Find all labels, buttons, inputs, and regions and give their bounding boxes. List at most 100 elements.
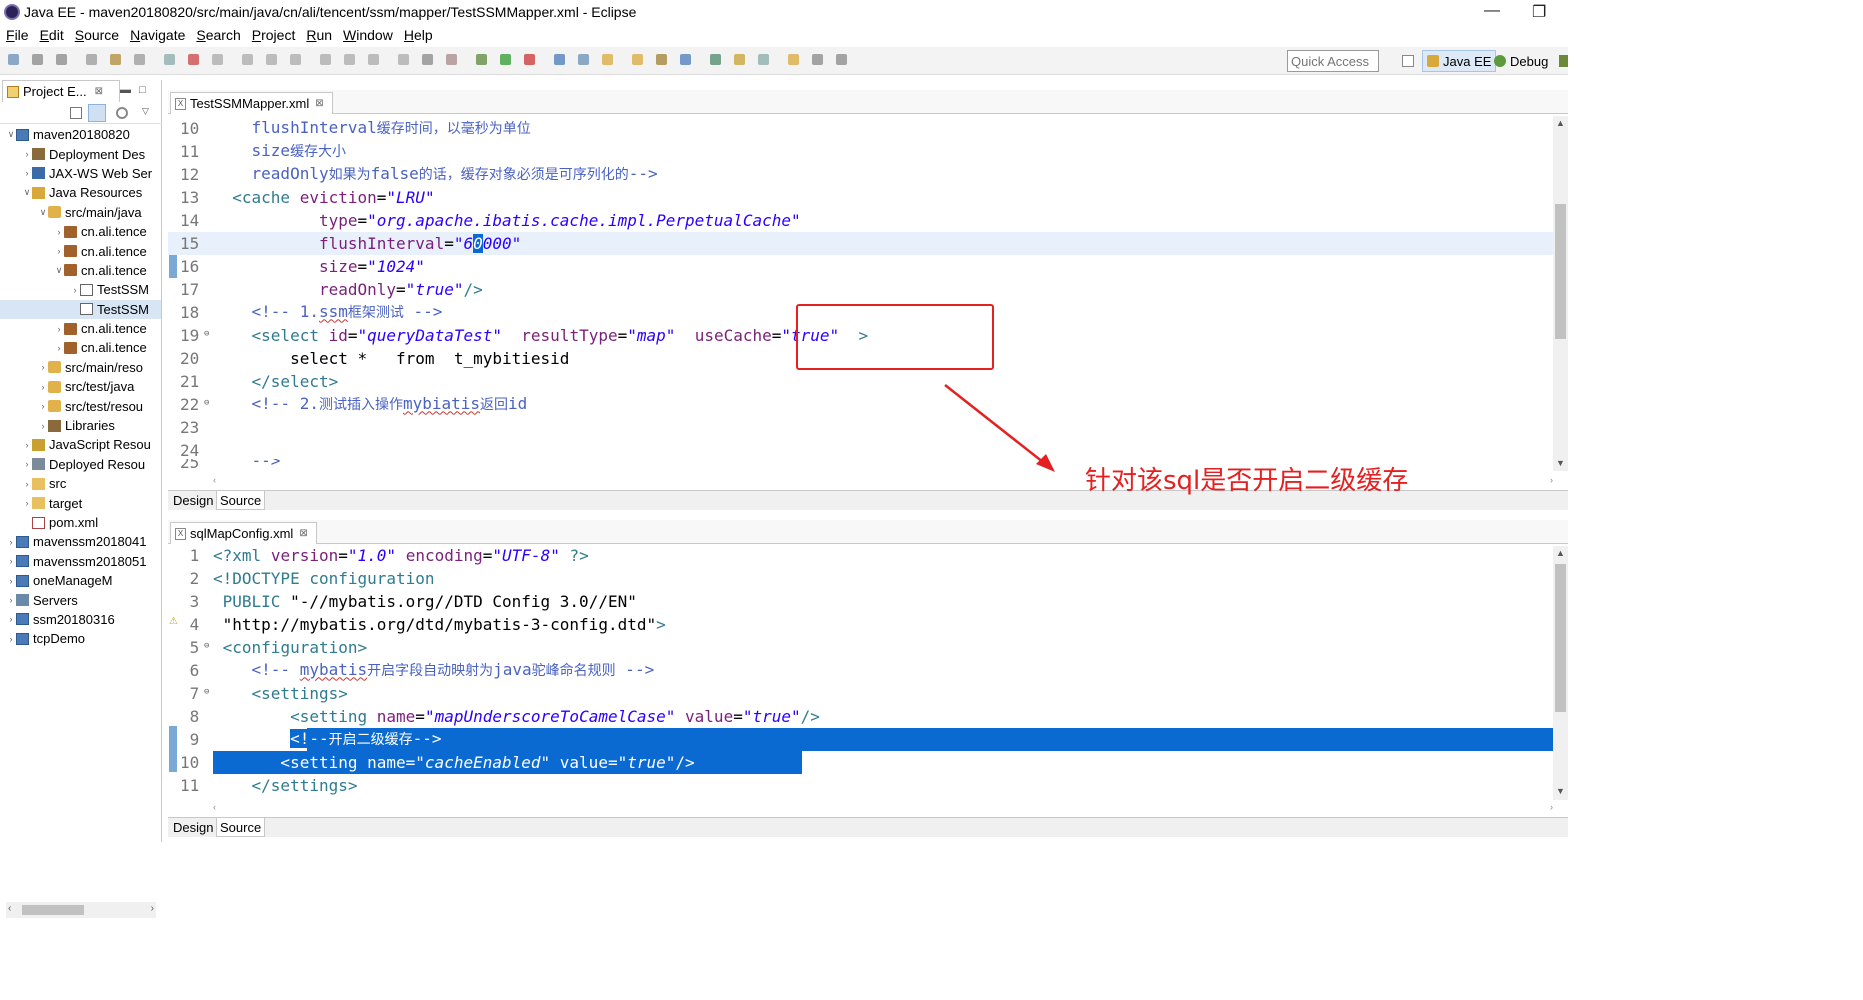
- menu-help[interactable]: Help: [404, 27, 433, 43]
- tab-design[interactable]: Design: [170, 493, 216, 508]
- expand-chevron-icon[interactable]: ›: [6, 614, 16, 624]
- tree-item[interactable]: › TestSSM: [0, 280, 161, 299]
- tree-item[interactable]: pom.xml: [0, 513, 161, 532]
- step-return-icon[interactable]: [368, 54, 379, 65]
- expand-chevron-icon[interactable]: ›: [22, 168, 32, 178]
- expand-chevron-icon[interactable]: ›: [6, 595, 16, 605]
- expand-chevron-icon[interactable]: ›: [38, 362, 48, 372]
- perspective-more[interactable]: [1555, 50, 1576, 72]
- close-tab-icon[interactable]: ⊠: [299, 528, 307, 539]
- expand-chevron-icon[interactable]: ›: [6, 634, 16, 644]
- save-all-icon[interactable]: [56, 54, 67, 65]
- tab-sqlmapconfig-xml[interactable]: X sqlMapConfig.xml ⊠: [170, 522, 317, 544]
- open-task-icon[interactable]: [134, 54, 145, 65]
- tree-item[interactable]: ∨ src/main/java: [0, 203, 161, 222]
- editor-bottom-hscrollbar[interactable]: ‹ ›: [213, 802, 1553, 816]
- run-icon[interactable]: [500, 54, 511, 65]
- terminate-icon[interactable]: [266, 54, 277, 65]
- maximize-button[interactable]: ❐: [1532, 2, 1546, 22]
- resume-icon[interactable]: [212, 54, 223, 65]
- web-browser-icon[interactable]: [680, 54, 691, 65]
- run-last-icon[interactable]: [476, 54, 487, 65]
- menu-edit[interactable]: Edit: [40, 27, 64, 43]
- open-project-icon[interactable]: [632, 54, 643, 65]
- debug-icon[interactable]: [446, 54, 457, 65]
- tree-item[interactable]: › cn.ali.tence: [0, 222, 161, 241]
- expand-chevron-icon[interactable]: ›: [22, 149, 32, 159]
- forward-icon[interactable]: [812, 54, 823, 65]
- tree-item[interactable]: › src/test/resou: [0, 396, 161, 415]
- expand-chevron-icon[interactable]: ›: [54, 227, 64, 237]
- expand-chevron-icon[interactable]: ›: [70, 285, 80, 295]
- new-class-icon[interactable]: [578, 54, 589, 65]
- search-icon[interactable]: [710, 54, 721, 65]
- minimize-view-icon[interactable]: ▬: [120, 84, 131, 96]
- back-icon[interactable]: [788, 54, 799, 65]
- editor-top-vscrollbar[interactable]: ▲ ▼: [1553, 116, 1568, 471]
- scroll-up-arrow-icon[interactable]: ▲: [1553, 548, 1568, 558]
- save-icon[interactable]: [32, 54, 43, 65]
- expand-chevron-icon[interactable]: ›: [6, 556, 16, 566]
- next-annotation-icon[interactable]: [734, 54, 745, 65]
- tree-item[interactable]: › mavenssm2018041: [0, 532, 161, 551]
- menu-project[interactable]: Project: [252, 27, 296, 43]
- new-server-icon[interactable]: [554, 54, 565, 65]
- expand-chevron-icon[interactable]: ›: [38, 401, 48, 411]
- tree-item[interactable]: › Deployed Resou: [0, 455, 161, 474]
- tree-item[interactable]: › cn.ali.tence: [0, 241, 161, 260]
- tab-project-explorer[interactable]: Project E... ⊠: [2, 80, 120, 102]
- view-menu-chevron-down-icon[interactable]: ▽: [142, 106, 149, 117]
- tree-item[interactable]: › cn.ali.tence: [0, 319, 161, 338]
- expand-chevron-icon[interactable]: ›: [22, 479, 32, 489]
- scroll-down-arrow-icon[interactable]: ▼: [1553, 786, 1568, 796]
- perspective-javaee[interactable]: Java EE: [1422, 50, 1497, 72]
- menu-window[interactable]: Window: [343, 27, 393, 43]
- menu-source[interactable]: Source: [75, 27, 119, 43]
- tree-item[interactable]: › Servers: [0, 590, 161, 609]
- tree-item[interactable]: › tcpDemo: [0, 629, 161, 648]
- tab-source[interactable]: Source: [216, 818, 266, 837]
- expand-chevron-icon[interactable]: ›: [38, 421, 48, 431]
- properties-icon[interactable]: [164, 54, 175, 65]
- expand-chevron-icon[interactable]: ›: [22, 498, 32, 508]
- tree-item[interactable]: › src/test/java: [0, 377, 161, 396]
- scroll-down-arrow-icon[interactable]: ▼: [1553, 458, 1568, 468]
- tree-item[interactable]: › src: [0, 474, 161, 493]
- tree-item[interactable]: › target: [0, 493, 161, 512]
- collapse-all-icon[interactable]: [70, 107, 82, 119]
- tree-item[interactable]: › cn.ali.tence: [0, 338, 161, 357]
- menu-icon[interactable]: [836, 54, 847, 65]
- collapse-chevron-icon[interactable]: ∨: [22, 187, 32, 198]
- tree-item[interactable]: ∨ maven20180820: [0, 125, 161, 144]
- open-type-icon[interactable]: [110, 54, 121, 65]
- tree-item[interactable]: › mavenssm2018051: [0, 552, 161, 571]
- step-into-icon[interactable]: [320, 54, 331, 65]
- breakpoint-icon[interactable]: [188, 54, 199, 65]
- tree-item[interactable]: › JAX-WS Web Ser: [0, 164, 161, 183]
- expand-chevron-icon[interactable]: ›: [38, 382, 48, 392]
- open-folder-icon[interactable]: [602, 54, 613, 65]
- perspective-debug[interactable]: Debug: [1490, 50, 1552, 72]
- open-perspective-button[interactable]: [1398, 50, 1422, 72]
- link-with-editor-icon[interactable]: [88, 104, 106, 122]
- drop-frame-icon[interactable]: [398, 54, 409, 65]
- menu-navigate[interactable]: Navigate: [130, 27, 185, 43]
- tree-item[interactable]: ∨ cn.ali.tence: [0, 261, 161, 280]
- menu-search[interactable]: Search: [196, 27, 240, 43]
- new-icon[interactable]: [8, 54, 19, 65]
- expand-chevron-icon[interactable]: ›: [54, 324, 64, 334]
- external-tools-icon[interactable]: [524, 54, 535, 65]
- suspend-icon[interactable]: [242, 54, 253, 65]
- explorer-hscroll-thumb[interactable]: [22, 905, 84, 915]
- expand-chevron-icon[interactable]: ›: [54, 343, 64, 353]
- tab-testssmmapper-xml[interactable]: X TestSSMMapper.xml ⊠: [170, 92, 333, 114]
- collapse-chevron-icon[interactable]: ∨: [6, 129, 16, 140]
- minimize-button[interactable]: —: [1484, 2, 1500, 20]
- tree-item[interactable]: TestSSM: [0, 299, 161, 319]
- editor-bottom-vscroll-thumb[interactable]: [1555, 564, 1566, 712]
- collapse-chevron-icon[interactable]: ∨: [38, 207, 48, 218]
- menu-file[interactable]: File: [6, 27, 29, 43]
- tree-item[interactable]: ∨ Java Resources: [0, 183, 161, 202]
- menu-run[interactable]: Run: [306, 27, 332, 43]
- prev-annotation-icon[interactable]: [758, 54, 769, 65]
